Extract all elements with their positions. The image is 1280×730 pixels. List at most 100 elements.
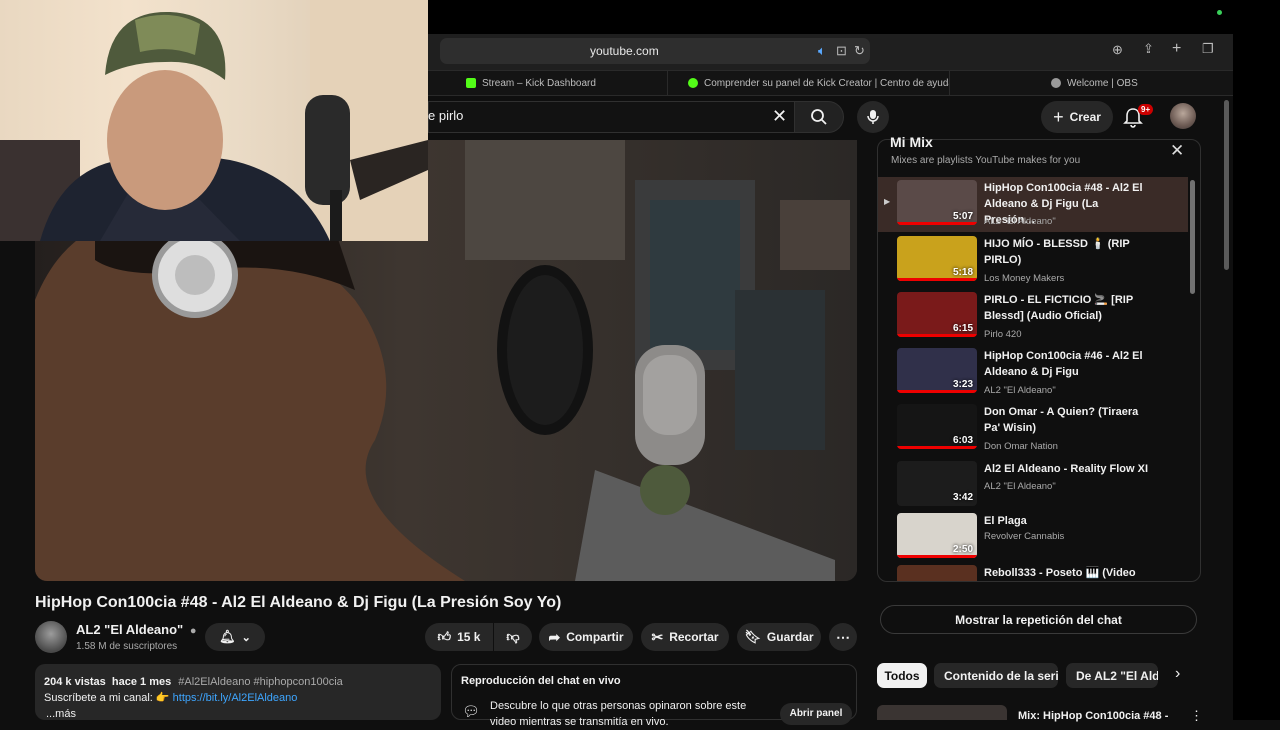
tab-label: Stream – Kick Dashboard bbox=[482, 77, 596, 89]
browser-tab-kick-help[interactable]: Comprender su panel de Kick Creator | Ce… bbox=[680, 71, 950, 95]
scissors-icon: ✂ bbox=[651, 628, 664, 645]
view-stats: 204 k vistas hace 1 mes bbox=[44, 676, 172, 688]
subscribe-text: Suscríbete a mi canal: 👉 bbox=[44, 692, 170, 704]
now-playing-icon: ▶ bbox=[884, 197, 891, 206]
subscription-bell-button[interactable]: 🔔︎ ⌄ bbox=[205, 623, 265, 651]
share-arrow-icon: ➦ bbox=[548, 628, 561, 645]
show-chat-replay-button[interactable]: Mostrar la repetición del chat bbox=[880, 605, 1197, 634]
browser-tab-obs[interactable]: Welcome | OBS bbox=[1043, 71, 1233, 95]
chip-all[interactable]: Todos bbox=[877, 663, 927, 688]
chip-series-content[interactable]: Contenido de la serie bbox=[934, 663, 1058, 688]
subscribe-link[interactable]: https://bit.ly/Al2ElAldeano bbox=[173, 692, 298, 704]
user-avatar[interactable] bbox=[1170, 103, 1196, 129]
search-query-text: e pirlo bbox=[428, 108, 464, 123]
screen-edge bbox=[1233, 0, 1280, 720]
live-chat-replay-box: Reproducción del chat en vivo 💬︎ Descubr… bbox=[451, 664, 857, 728]
channel-name-text: AL2 "El Aldeano" bbox=[76, 622, 184, 637]
video-thumbnail: 2:50 bbox=[897, 513, 977, 558]
page-scrollbar[interactable] bbox=[1224, 100, 1229, 270]
reload-icon[interactable]: ↻ bbox=[854, 43, 865, 59]
more-actions-button[interactable]: ⋯ bbox=[829, 623, 857, 651]
webcam-overlay bbox=[0, 0, 428, 241]
more-horizontal-icon: ⋯ bbox=[836, 628, 850, 645]
open-panel-button[interactable]: Abrir panel bbox=[780, 703, 852, 725]
video-channel: AL2 "El Aldeano" bbox=[984, 481, 1056, 492]
share-label: Compartir bbox=[566, 630, 624, 644]
video-duration: 5:18 bbox=[952, 267, 973, 278]
tab-label: Welcome | OBS bbox=[1067, 77, 1138, 89]
voice-search-button[interactable] bbox=[857, 101, 889, 133]
video-thumbnail: 5:07 bbox=[897, 180, 977, 225]
watch-progress-bar bbox=[897, 555, 977, 558]
kick-help-favicon-icon bbox=[688, 78, 698, 88]
obs-favicon-icon bbox=[1051, 78, 1061, 88]
verified-icon: ● bbox=[189, 625, 197, 637]
close-icon[interactable]: ✕ bbox=[1170, 141, 1184, 161]
search-button[interactable] bbox=[794, 101, 844, 133]
create-label: Crear bbox=[1069, 110, 1101, 124]
share-button[interactable]: ➦ Compartir bbox=[539, 623, 633, 651]
translate-icon[interactable]: ⊡ bbox=[836, 43, 847, 59]
speaker-icon[interactable]: 🔈︎ bbox=[818, 43, 826, 59]
bookmark-icon: 🔖︎ bbox=[744, 629, 761, 644]
video-duration: 6:03 bbox=[952, 435, 973, 446]
save-button[interactable]: 🔖︎ Guardar bbox=[737, 623, 821, 651]
watch-progress-bar bbox=[897, 222, 977, 225]
next-video-title: Mix: HipHop Con100cia #48 - bbox=[1018, 710, 1169, 722]
watch-progress-bar bbox=[897, 446, 977, 449]
playlist-item[interactable]: 2:50 El Plaga Revolver Cannabis bbox=[878, 510, 1188, 565]
chat-icon: 💬︎ bbox=[462, 703, 480, 719]
video-duration: 2:50 bbox=[952, 544, 973, 555]
create-button[interactable]: + Crear bbox=[1041, 101, 1113, 133]
channel-avatar[interactable] bbox=[35, 621, 67, 653]
playlist-item[interactable]: 5:18 HIJO MÍO - BLESSD 🕯️ (RIP PIRLO) Lo… bbox=[878, 233, 1188, 288]
video-title: HipHop Con100cia #46 - Al2 El Aldeano & … bbox=[984, 350, 1143, 378]
playlist-item[interactable]: 6:15 PIRLO - EL FICTICIO 🚬 [RIP Blessd] … bbox=[878, 289, 1188, 344]
share-icon[interactable]: ⇪ bbox=[1143, 41, 1154, 57]
playlist-item[interactable]: Reboll333 - Poseto 🎹 (Video bbox=[878, 562, 1188, 581]
playlist-scrollbar[interactable] bbox=[1190, 180, 1195, 294]
description-box[interactable]: 204 k vistas hace 1 mes #Al2ElAldeano #h… bbox=[35, 664, 441, 720]
chevron-right-icon[interactable]: › bbox=[1175, 665, 1180, 683]
dislike-button[interactable]: 👎︎ bbox=[494, 623, 532, 651]
browser-tab-kick-dashboard[interactable]: Stream – Kick Dashboard bbox=[458, 71, 668, 95]
video-title: Al2 El Aldeano - Reality Flow XI bbox=[984, 463, 1149, 475]
like-button[interactable]: 👍︎ 15 k bbox=[425, 623, 493, 651]
video-duration: 3:23 bbox=[952, 379, 973, 390]
subscriber-count: 1.58 M de suscriptores bbox=[76, 641, 178, 652]
description-line: Suscríbete a mi canal: 👉 https://bit.ly/… bbox=[44, 690, 432, 706]
download-icon[interactable]: ⊕ bbox=[1112, 42, 1123, 58]
watch-progress-bar bbox=[897, 390, 977, 393]
playlist-item[interactable]: ▶ 5:07 HipHop Con100cia #48 - Al2 El Ald… bbox=[878, 177, 1188, 232]
search-input[interactable] bbox=[428, 101, 794, 133]
hashtags[interactable]: #Al2ElAldeano #hiphopcon100cia bbox=[178, 676, 343, 688]
live-chat-text: Descubre lo que otras personas opinaron … bbox=[490, 700, 747, 728]
description-stats-row: 204 k vistas hace 1 mes #Al2ElAldeano #h… bbox=[44, 674, 432, 690]
video-title: Don Omar - A Quien? (Tiraera Pa' Wisin) bbox=[984, 406, 1139, 434]
plus-icon: + bbox=[1053, 106, 1064, 127]
clip-button[interactable]: ✂ Recortar bbox=[641, 623, 729, 651]
chip-from-channel[interactable]: De AL2 "El Aldeano" bbox=[1066, 663, 1158, 688]
clip-label: Recortar bbox=[669, 630, 719, 644]
video-thumbnail: 6:03 bbox=[897, 404, 977, 449]
video-duration: 5:07 bbox=[952, 211, 973, 222]
channel-name[interactable]: AL2 "El Aldeano" ● bbox=[76, 622, 196, 637]
more-vertical-icon[interactable]: ⋮ bbox=[1190, 708, 1203, 724]
playlist-item[interactable]: 3:23 HipHop Con100cia #46 - Al2 El Aldea… bbox=[878, 345, 1188, 400]
playlist-subtitle: Mixes are playlists YouTube makes for yo… bbox=[891, 155, 1081, 166]
video-channel: Revolver Cannabis bbox=[984, 531, 1065, 542]
playlist-item[interactable]: 3:42 Al2 El Aldeano - Reality Flow XI AL… bbox=[878, 458, 1188, 513]
clear-search-icon[interactable]: ✕ bbox=[772, 106, 787, 127]
playlist-title: Mi Mix bbox=[890, 134, 933, 150]
tabs-overview-icon[interactable]: ❐ bbox=[1202, 41, 1214, 57]
bell-icon: 🔔︎ bbox=[219, 629, 236, 644]
live-chat-title: Reproducción del chat en vivo bbox=[461, 675, 621, 687]
new-tab-icon[interactable]: + bbox=[1172, 41, 1181, 57]
next-video-thumbnail[interactable] bbox=[877, 705, 1007, 720]
video-title: PIRLO - EL FICTICIO 🚬 [RIP Blessd] (Audi… bbox=[984, 294, 1133, 322]
video-title: El Plaga bbox=[984, 515, 1027, 527]
thumbs-down-icon: 👎︎ bbox=[506, 629, 520, 644]
playlist-item[interactable]: 6:03 Don Omar - A Quien? (Tiraera Pa' Wi… bbox=[878, 401, 1188, 456]
streamer-webcam-image bbox=[0, 0, 428, 241]
video-thumbnail: 3:23 bbox=[897, 348, 977, 393]
